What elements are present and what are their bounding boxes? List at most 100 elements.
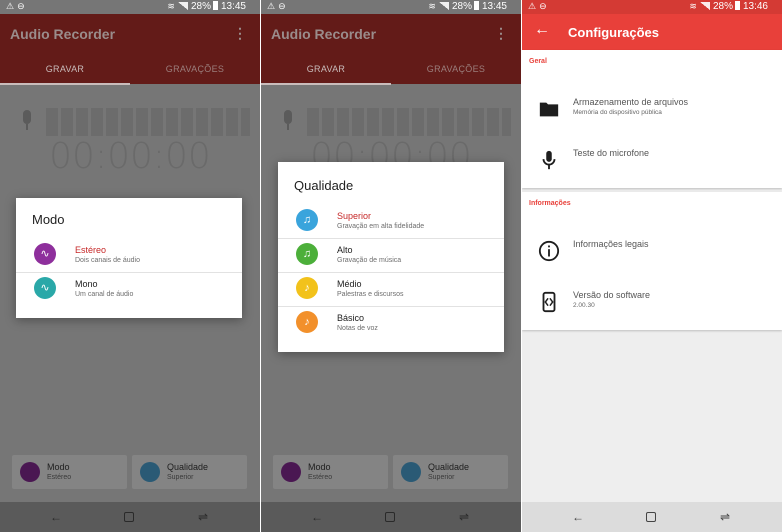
tab-recordings[interactable]: GRAVAÇÕES [391,64,521,74]
back-icon[interactable]: ← [311,510,323,524]
tab-record[interactable]: GRAVAR [261,64,391,85]
level-meter [46,108,250,136]
tab-bar: GRAVAR GRAVAÇÕES [261,56,521,85]
status-left-icons: ⚠⊖ [267,1,289,11]
back-icon[interactable]: ← [572,510,584,524]
mode-card-value: Estéreo [47,474,72,481]
recents-icon[interactable]: ⇌ [459,510,469,524]
software-update-icon [542,291,556,313]
mode-option-stereo[interactable]: ∿ Estéreo Dois canais de áudio [16,238,242,272]
music-note-icon [140,462,160,482]
clock: 13:46 [742,1,768,12]
tab-indicator [0,83,130,85]
mode-card[interactable]: Modo Estéreo [12,455,127,489]
nav-bar: ← ⇌ [0,502,260,532]
tab-recordings[interactable]: GRAVAÇÕES [130,64,260,74]
dialog-title: Modo [32,212,65,227]
quality-card-label: Qualidade [428,462,470,472]
overflow-menu-icon[interactable]: ⋮ [494,26,508,40]
nav-bar: ← ⇌ [522,502,782,532]
wifi-icon: ≋ [689,1,697,11]
home-icon[interactable] [385,512,395,522]
divider [16,272,242,273]
recorder-screen-quality: ⚠⊖ ≋ 28% 13:45 Audio Recorder ⋮ GRAVAR GRA… [261,0,521,532]
app-bar: Audio Recorder ⋮ GRAVAR GRAVAÇÕES [0,14,260,85]
waveform-icon: ∿ [34,243,56,265]
quality-option-alto[interactable]: ♫ Alto Gravação de música [278,238,504,272]
setting-legal[interactable]: Informações legais [522,234,782,274]
settings-app-bar: ← Configurações [522,14,782,50]
status-left-icons: ⚠⊖ [528,1,550,11]
quality-card-label: Qualidade [167,462,209,472]
level-meter [307,108,511,136]
music-note-icon [401,462,421,482]
signal-icon [438,2,449,10]
app-title: Audio Recorder [10,26,116,42]
battery-text: 28% [451,1,472,12]
quality-card[interactable]: Qualidade Superior [132,455,247,489]
wifi-icon: ≋ [167,1,175,11]
clock: 13:45 [220,1,246,12]
mode-card-label: Modo [308,462,331,472]
microphone-icon [542,150,556,170]
tab-bar: GRAVAR GRAVAÇÕES [0,56,260,85]
folder-icon [539,102,559,117]
music-note-icon: ♪ [296,277,318,299]
quality-option-basico[interactable]: ♪ Básico Notas de voz [278,306,504,340]
mode-card[interactable]: Modo Estéreo [273,455,388,489]
app-title: Audio Recorder [271,26,377,42]
divider [278,238,504,239]
nav-bar: ← ⇌ [261,502,521,532]
back-icon[interactable]: ← [50,510,62,524]
clock: 13:45 [481,1,507,12]
microphone-icon [281,110,295,132]
signal-icon [699,2,710,10]
mode-card-label: Modo [47,462,70,472]
tab-record[interactable]: GRAVAR [0,64,130,85]
recents-icon[interactable]: ⇌ [198,510,208,524]
settings-section-general: Geral Armazenamento de arquivos Memória … [522,50,782,188]
music-note-icon: ♫ [296,209,318,231]
quality-option-medio[interactable]: ♪ Médio Palestras e discursos [278,272,504,306]
battery-icon [734,1,740,10]
battery-icon [473,1,479,10]
setting-mic-test[interactable]: Teste do microfone [522,143,782,183]
recents-icon[interactable]: ⇌ [720,510,730,524]
divider [278,306,504,307]
mode-option-mono[interactable]: ∿ Mono Um canal de áudio [16,272,242,306]
status-bar: ⚠⊖ ≋ 28% 13:45 [261,0,521,14]
quality-card[interactable]: Qualidade Superior [393,455,508,489]
divider [278,272,504,273]
info-icon [538,240,560,262]
dialog-title: Qualidade [294,178,354,193]
quality-option-superior[interactable]: ♫ Superior Gravação em alta fidelidade [278,204,504,238]
recorder-screen-mode: ⚠⊖ ≋ 28% 13:45 Audio Recorder ⋮ GRAVAR GRA… [0,0,260,532]
status-left-icons: ⚠⊖ [6,1,28,11]
wifi-icon: ≋ [428,1,436,11]
battery-icon [212,1,218,10]
section-header-info: Informações [529,200,571,207]
status-bar: ⚠⊖ ≋ 28% 13:45 [0,0,260,14]
timer: 00:00:00 [49,136,211,177]
mode-dialog: Modo ∿ Estéreo Dois canais de áudio ∿ Mo… [16,198,242,318]
quality-dialog: Qualidade ♫ Superior Gravação em alta fi… [278,162,504,352]
page-title: Configurações [568,25,660,40]
overflow-menu-icon[interactable]: ⋮ [233,26,247,40]
quality-card-value: Superior [428,474,455,481]
quality-card-value: Superior [167,474,194,481]
home-icon[interactable] [646,512,656,522]
setting-storage[interactable]: Armazenamento de arquivos Memória do dis… [522,92,782,132]
home-icon[interactable] [124,512,134,522]
waveform-icon [20,462,40,482]
music-note-icon: ♫ [296,243,318,265]
setting-version[interactable]: Versão do software 2.00.30 [522,285,782,325]
waveform-icon [281,462,301,482]
battery-text: 28% [712,1,733,12]
section-header-general: Geral [529,58,547,65]
back-arrow-icon[interactable]: ← [534,21,550,39]
tab-indicator [261,83,391,85]
signal-icon [177,2,188,10]
app-bar: Audio Recorder ⋮ GRAVAR GRAVAÇÕES [261,14,521,85]
microphone-icon [20,110,34,132]
mode-card-value: Estéreo [308,474,333,481]
